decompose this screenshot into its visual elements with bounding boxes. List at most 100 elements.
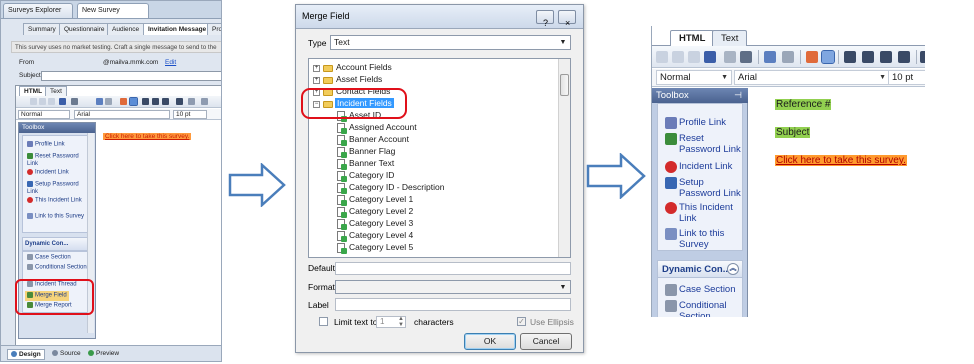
tab-html[interactable]: HTML [19,86,48,96]
format-select[interactable]: ▼ [335,280,571,294]
label-input[interactable] [335,298,571,311]
spellcheck-icon[interactable] [129,97,138,106]
dynamic-content-header[interactable]: Dynamic Con... ︽ [657,260,743,278]
print-icon[interactable] [740,51,752,63]
use-ellipsis-checkbox[interactable]: ✓ [517,317,526,326]
toolbox-item-case-section[interactable]: Case Section [27,254,71,262]
merge-field-subject[interactable]: Subject [775,127,811,138]
editor-body[interactable]: Reference # Subject Click here to take t… [749,88,925,317]
tree-node-category-level-3[interactable]: Category Level 3 [349,218,413,228]
tree-node-category-level-2[interactable]: Category Level 2 [349,206,413,216]
toolbox-item-conditional-section[interactable]: Conditional Section [679,300,737,317]
numbered-list-icon[interactable] [142,98,149,105]
type-select[interactable]: Text ▼ [330,35,571,50]
tab-audience[interactable]: Audience [107,23,145,35]
redo-icon[interactable] [105,98,112,105]
tab-text[interactable]: Text [45,86,67,96]
scrollbar-thumb[interactable] [560,74,569,96]
tree-node-category-id[interactable]: Category ID [349,170,394,180]
font-select[interactable]: Arial ▼ [734,70,890,85]
toolbox-item-this-incident[interactable]: This Incident Link [27,197,89,205]
toolbox-item-link-to-survey[interactable]: Link to this Survey [679,228,737,250]
toolbox-item-setup-password[interactable]: Setup Password Link [27,181,89,196]
undo-icon[interactable] [96,98,103,105]
tree-node-assigned-account[interactable]: Assigned Account [349,122,417,132]
survey-link-text[interactable]: Click here to take this survey. [103,133,192,140]
cut-icon[interactable] [656,51,668,63]
help-button[interactable]: ? [536,10,554,28]
tree-node-asset-fields[interactable]: Asset Fields [336,74,382,84]
toolbox-item-case-section[interactable]: Case Section [679,284,736,295]
font-select[interactable]: Arial [74,110,170,119]
copy-icon[interactable] [39,98,46,105]
image-icon[interactable] [201,98,208,105]
close-button[interactable]: × [558,10,576,28]
style-select[interactable]: Normal [18,110,70,119]
tree-node-category-level-5[interactable]: Category Level 5 [349,242,413,252]
expand-icon[interactable]: + [313,65,320,72]
tab-invitation-message[interactable]: Invitation Message [143,23,212,35]
toolbox-item-reset-password[interactable]: Reset Password Link [679,133,741,155]
tab-html[interactable]: HTML [670,30,715,47]
tree-node-banner-flag[interactable]: Banner Flag [349,146,395,156]
cut-icon[interactable] [30,98,37,105]
tree-node-banner-text[interactable]: Banner Text [349,158,394,168]
find-icon[interactable] [704,51,716,63]
toolbox-item-profile-link[interactable]: Profile Link [27,141,65,149]
size-select[interactable]: 10 pt [173,110,207,119]
subject-input[interactable] [41,71,221,81]
outdent-icon[interactable] [898,51,910,63]
outdent-icon[interactable] [176,98,183,105]
collapse-chevron-icon[interactable]: ︽ [727,263,739,275]
bulleted-list-icon[interactable] [152,98,159,105]
merge-field-reference[interactable]: Reference # [775,99,832,110]
tab-surveys-explorer[interactable]: Surveys Explorer [3,3,73,18]
numbered-list-icon[interactable] [844,51,856,63]
toolbox-item-conditional-section[interactable]: Conditional Section [27,264,89,272]
spinner-arrows-icon[interactable]: ▲ ▼ [398,316,404,328]
tree-node-category-id-description[interactable]: Category ID - Description [349,182,444,192]
tab-new-survey[interactable]: New Survey [77,3,149,18]
tree-node-banner-account[interactable]: Banner Account [349,134,409,144]
bulleted-list-icon[interactable] [862,51,874,63]
limit-text-spinner[interactable]: 1 ▲ ▼ [376,316,406,328]
format-icon[interactable] [806,51,818,63]
format-icon[interactable] [120,98,127,105]
size-select[interactable]: 10 pt [888,70,925,85]
undo-icon[interactable] [764,51,776,63]
find-icon[interactable] [59,98,66,105]
expand-icon[interactable]: + [313,77,320,84]
source-view-button[interactable]: Source [49,349,84,358]
copy-icon[interactable] [672,51,684,63]
print-icon[interactable] [71,98,78,105]
toolbox-item-incident-link[interactable]: Incident Link [679,161,732,172]
toolbox-item-profile-link[interactable]: Profile Link [679,117,726,128]
indent-icon[interactable] [880,51,892,63]
tab-summary[interactable]: Summary [23,23,61,35]
tree-node-category-level-1[interactable]: Category Level 1 [349,194,413,204]
survey-link-text[interactable]: Click here to take this survey. [775,155,907,166]
toolbox-item-this-incident[interactable]: This Incident Link [679,202,737,224]
dynamic-content-header[interactable]: Dynamic Con... [22,237,94,251]
tab-text[interactable]: Text [712,30,748,47]
toolbox-item-link-to-survey[interactable]: Link to this Survey [27,213,89,221]
table-icon[interactable] [188,98,195,105]
cancel-button[interactable]: Cancel [520,333,572,350]
default-input[interactable] [335,262,571,275]
indent-icon[interactable] [162,98,169,105]
toolbox-item-setup-password[interactable]: Setup Password Link [679,177,741,199]
tab-questionnaire[interactable]: Questionnaire [59,23,110,35]
tree-node-account-fields[interactable]: Account Fields [336,62,392,72]
ok-button[interactable]: OK [464,333,516,350]
preview-view-button[interactable]: Preview [85,349,122,358]
limit-text-checkbox[interactable] [319,317,328,326]
tree-scrollbar[interactable] [558,59,570,257]
paste-icon[interactable] [688,51,700,63]
toolbox-item-incident-link[interactable]: Incident Link [27,169,69,177]
print-preview-icon[interactable] [724,51,736,63]
spellcheck-icon[interactable] [821,50,835,64]
paste-icon[interactable] [48,98,55,105]
tab-pro[interactable]: Pro [207,23,221,35]
style-select[interactable]: Normal ▼ [656,70,732,85]
tree-node-category-level-4[interactable]: Category Level 4 [349,230,413,240]
